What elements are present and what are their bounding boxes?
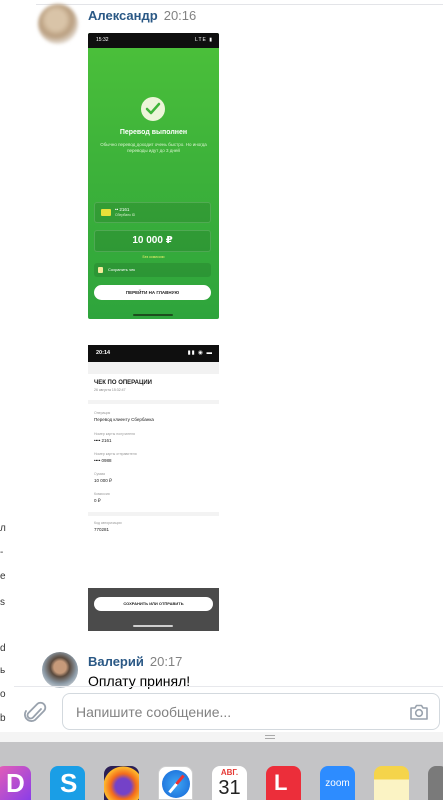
dock-app-skype[interactable]: S xyxy=(50,766,85,800)
status-time: 15:32 xyxy=(96,37,109,43)
save-receipt-row: Сохранить чек xyxy=(94,263,211,277)
receipt-field-label: Комиссия xyxy=(94,492,110,496)
receipt-field-label: Операция xyxy=(94,411,111,415)
message-composer[interactable] xyxy=(62,693,440,730)
message-input[interactable] xyxy=(76,702,396,722)
card-icon xyxy=(101,209,111,216)
receipt-field-value: 0 ₽ xyxy=(94,498,101,503)
dock-app-safari[interactable] xyxy=(158,766,193,800)
receipt-field-value: Перевод клиенту Сбербанка xyxy=(94,417,154,422)
divider xyxy=(36,4,443,5)
dock-app-calendar[interactable]: АВГ. 31 xyxy=(212,766,247,800)
go-home-button: ПЕРЕЙТИ НА ГЛАВНУЮ xyxy=(94,285,211,300)
left-edge-char: - xyxy=(0,547,4,558)
dock-app-firefox[interactable] xyxy=(104,766,139,800)
camera-icon[interactable] xyxy=(409,703,429,721)
receipt-icon xyxy=(98,267,103,273)
receipt-field-value: 10 000 ₽ xyxy=(94,478,112,483)
home-indicator xyxy=(133,314,173,316)
transfer-title: Перевод выполнен xyxy=(119,129,188,136)
receipt-field-value: •••• 2161 xyxy=(94,438,112,443)
app-glyph: D xyxy=(6,768,25,798)
left-edge-char: л xyxy=(0,523,6,534)
receipt-field-label: Сумма xyxy=(94,472,105,476)
resize-grip-icon[interactable] xyxy=(265,735,275,739)
dock-app-zoom[interactable]: zoom xyxy=(320,766,355,800)
card-number: •• 2161 xyxy=(115,207,130,212)
sender-name[interactable]: Александр xyxy=(88,8,158,23)
left-edge-char: е xyxy=(0,571,6,582)
receipt-field-value: •••• 0988 xyxy=(94,458,112,463)
receipt-title: ЧЕК ПО ОПЕРАЦИИ xyxy=(94,380,152,386)
divider xyxy=(88,512,219,516)
left-panel-edge: л - е s d ь о b xyxy=(0,0,12,732)
message-time: 20:16 xyxy=(163,8,197,23)
photo-attachment-transfer-success[interactable]: 15:32 LTE ▮ Перевод выполнен Обычно пере… xyxy=(88,33,219,319)
app-glyph: L xyxy=(274,770,288,795)
save-or-send-button: СОХРАНИТЬ ИЛИ ОТПРАВИТЬ xyxy=(94,597,213,611)
receipt-field-label: Код авторизации xyxy=(94,521,122,525)
divider xyxy=(14,686,443,687)
card-name: Сбербанк ID xyxy=(115,213,136,217)
app-glyph: S xyxy=(60,768,78,798)
app-glyph: zoom xyxy=(325,778,350,789)
calendar-day: 31 xyxy=(218,777,241,799)
divider xyxy=(88,400,219,404)
home-indicator xyxy=(133,625,173,627)
left-edge-char: b xyxy=(0,713,6,724)
phone-status-bar: 20:14 ▮▮ ◉ ▬ xyxy=(88,345,219,362)
left-edge-char: ь xyxy=(0,665,6,676)
receipt-header-band xyxy=(88,362,219,374)
paperclip-icon[interactable] xyxy=(24,700,48,726)
dock-app-d[interactable]: D xyxy=(0,766,31,800)
commission-note: Без комиссии xyxy=(142,255,165,259)
left-edge-char: о xyxy=(0,689,6,700)
avatar[interactable] xyxy=(38,4,78,44)
message-time: 20:17 xyxy=(149,654,183,669)
chat-window: л - е s d ь о b Александр 20:16 15:32 LTE… xyxy=(0,0,443,732)
message-text: Оплату принял! xyxy=(88,673,191,689)
left-edge-char: s xyxy=(0,597,5,608)
window-resize-bar[interactable] xyxy=(0,732,443,742)
status-time: 20:14 xyxy=(96,350,111,356)
message-header: Валерий 20:17 xyxy=(88,654,182,670)
checkmark-icon xyxy=(141,97,165,121)
transfer-amount: 10 000 ₽ xyxy=(94,230,211,252)
message-header: Александр 20:16 xyxy=(88,8,196,24)
transfer-subtitle: Обычно перевод доходит очень быстро. Но … xyxy=(100,142,207,153)
dock-app-partial[interactable] xyxy=(428,766,443,800)
avatar[interactable] xyxy=(42,652,78,688)
sender-name[interactable]: Валерий xyxy=(88,654,144,669)
receipt-field-label: Номер карты отправителя xyxy=(94,452,137,456)
card-row: •• 2161 Сбербанк ID xyxy=(94,202,211,223)
photo-attachment-receipt[interactable]: 20:14 ▮▮ ◉ ▬ ЧЕК ПО ОПЕРАЦИИ 26 августа … xyxy=(88,345,219,631)
save-receipt-label: Сохранить чек xyxy=(108,267,136,272)
dock-app-lr[interactable]: L xyxy=(266,766,301,800)
receipt-date: 26 августа 15:32:47 xyxy=(94,388,126,392)
status-icons: LTE ▮ xyxy=(195,37,213,43)
receipt-field-value: 770281 xyxy=(94,527,110,532)
receipt-field-label: Номер карты получателя xyxy=(94,432,135,436)
phone-status-bar: 15:32 LTE ▮ xyxy=(88,33,219,48)
left-edge-char: d xyxy=(0,643,6,654)
dock-app-notes[interactable] xyxy=(374,766,409,800)
calendar-month: АВГ. xyxy=(220,768,239,777)
status-icons: ▮▮ ◉ ▬ xyxy=(187,350,213,356)
